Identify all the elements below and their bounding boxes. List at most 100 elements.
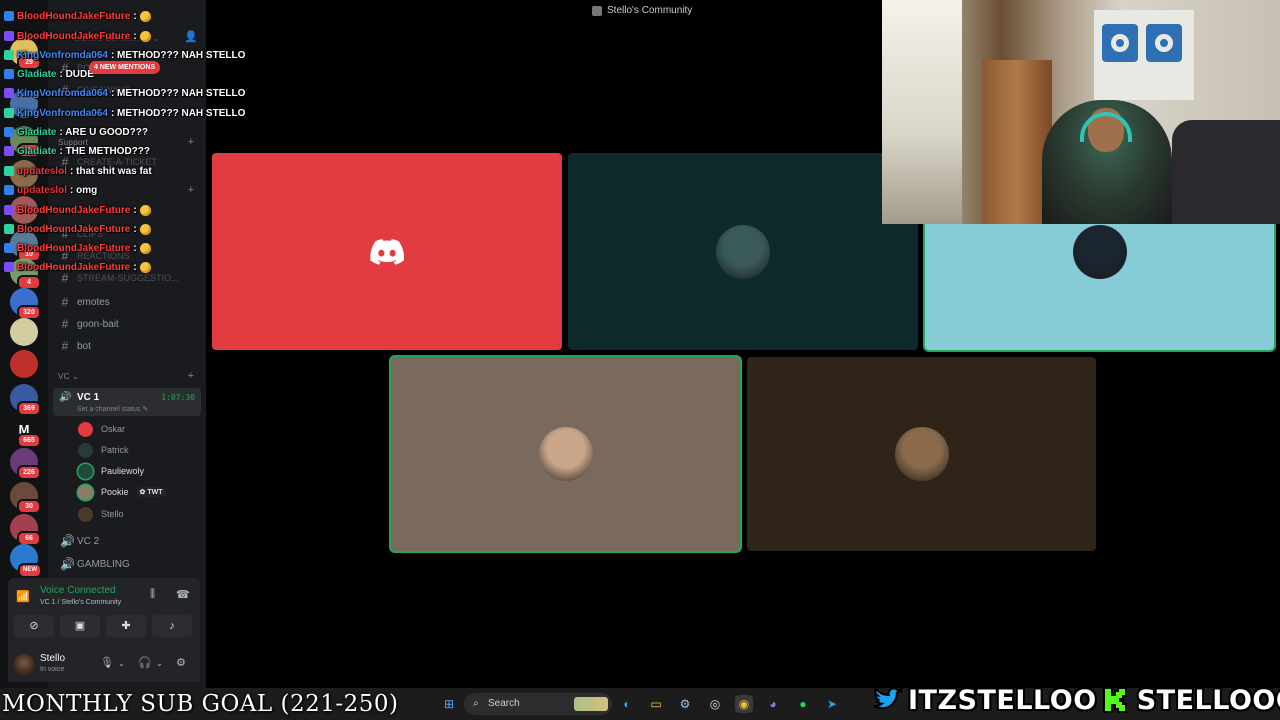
chat-message: updateslol: omg — [4, 182, 97, 198]
server-icon[interactable]: 226 — [10, 448, 41, 480]
emote-icon — [139, 223, 151, 235]
voice-connected-title[interactable]: Voice Connected — [40, 585, 116, 596]
chevron-down-icon[interactable]: ⌄ — [156, 659, 163, 668]
chat-message: BloodHoundJakeFuture: — [4, 8, 151, 24]
kick-handle: STELLOOO — [1136, 684, 1280, 716]
chevron-down-icon: ⌄ — [152, 32, 160, 43]
chat-text: : — [133, 223, 137, 235]
avatar — [78, 484, 93, 500]
disconnect-icon[interactable]: ☎ — [176, 588, 190, 601]
obs-icon[interactable]: ◎ — [706, 695, 724, 713]
chat-username: BloodHoundJakeFuture — [17, 30, 131, 42]
chat-username: updateslol — [17, 165, 68, 177]
add-member-icon[interactable]: 👤 — [184, 30, 198, 43]
chat-username: BloodHoundJakeFuture — [17, 223, 131, 235]
chat-badge-icon — [4, 243, 14, 253]
chat-message: BloodHoundJakeFuture: — [4, 202, 151, 218]
server-icon[interactable]: 320 — [10, 288, 41, 320]
activities-button[interactable]: ✚ — [106, 615, 146, 637]
video-tile-patrick[interactable] — [568, 153, 918, 350]
chat-badge-icon — [4, 11, 14, 21]
social-handles: ITZSTELLOO STELLOOO — [872, 680, 1280, 720]
speaker-icon: 🔊 — [60, 557, 75, 571]
voice-connected-sub[interactable]: VC 1 / Stello's Community — [40, 599, 121, 606]
server-icon[interactable]: 66 — [10, 514, 41, 546]
soundboard-button[interactable]: ♪ — [152, 615, 192, 637]
voice-member[interactable]: Pookie ✿ TWT — [78, 482, 166, 502]
new-mentions-pill[interactable]: 4 NEW MENTIONS — [89, 61, 161, 74]
category-vc[interactable]: VC ⌄ — [58, 372, 79, 381]
video-tile-oskar[interactable] — [212, 153, 562, 350]
chat-message: KingVonfromda064: METHOD??? NAH STELLO — [4, 105, 245, 121]
server-icon[interactable]: 369 — [10, 384, 41, 416]
emote-icon — [139, 10, 151, 22]
chat-username: Gladiate — [17, 68, 57, 80]
avatar — [1072, 224, 1127, 279]
voice-channel-gambling[interactable]: 🔊 GAMBLING — [60, 554, 130, 574]
streamer-webcam — [882, 0, 1280, 224]
spotify-icon[interactable]: ● — [794, 695, 812, 713]
chat-text: : — [133, 242, 137, 254]
search-highlight-art — [574, 697, 608, 711]
speaker-icon: 🔊 — [59, 392, 72, 403]
voice-member[interactable]: Pauliewoly — [78, 461, 144, 481]
server-icon[interactable]: 30 — [10, 482, 41, 514]
video-tile-pookie[interactable] — [391, 357, 740, 551]
add-voice-channel-icon[interactable]: + — [188, 370, 194, 382]
chrome-icon[interactable]: ◉ — [735, 695, 753, 713]
discord-taskbar-icon[interactable]: ◕ — [764, 695, 782, 713]
chat-badge-icon — [4, 31, 14, 41]
search-icon: ⌕ — [473, 698, 479, 709]
steam-icon[interactable]: ⚙ — [676, 695, 694, 713]
add-channel-icon[interactable]: + — [188, 184, 194, 196]
hash-icon: # — [61, 317, 69, 331]
headphones-icon[interactable]: 🎧 — [138, 656, 152, 669]
chat-username: Gladiate — [17, 126, 57, 138]
channel-label: goon-bait — [77, 318, 119, 330]
chat-username: Gladiate — [17, 145, 57, 157]
server-mini-icon — [592, 5, 602, 16]
voice-member[interactable]: Stello — [78, 504, 124, 524]
server-icon[interactable]: M 665 — [10, 416, 41, 448]
windows-start-icon[interactable]: ⊞ — [440, 695, 458, 713]
vc1-status[interactable]: Set a channel status ✎ — [77, 405, 148, 413]
user-panel: Stello In voice 🎙 ⌄ 🎧 ⌄ ⚙ — [8, 646, 200, 682]
chat-message: BloodHoundJakeFuture: — [4, 28, 151, 44]
server-icon[interactable] — [10, 318, 38, 346]
voice-member[interactable]: Patrick — [78, 440, 129, 460]
chat-username: BloodHoundJakeFuture — [17, 10, 131, 22]
microphone-icon[interactable]: 🎙 — [100, 656, 114, 669]
taskbar-search[interactable]: ⌕ Search — [464, 693, 612, 715]
text-channel[interactable]: # goon-bait — [60, 314, 119, 334]
hash-icon: # — [61, 295, 69, 309]
chat-message: KingVonfromda064: METHOD??? NAH STELLO — [4, 85, 245, 101]
camera-off-button[interactable]: ⊘ — [14, 615, 54, 637]
text-channel[interactable]: # bot — [60, 336, 91, 356]
text-channel[interactable]: # emotes — [60, 292, 110, 312]
server-icon[interactable]: NEW — [10, 544, 42, 578]
speaker-icon: 🔊 — [60, 534, 75, 548]
member-tag: ✿ TWT — [136, 487, 166, 497]
telegram-icon[interactable]: ➤ — [823, 695, 841, 713]
server-icon[interactable] — [10, 350, 38, 378]
voice-channel-vc2[interactable]: 🔊 VC 2 — [60, 531, 99, 551]
noise-suppression-icon[interactable]: ⫼ — [150, 588, 155, 601]
chat-text: : — [133, 10, 137, 22]
edge-icon[interactable]: ◐ — [618, 695, 636, 713]
webcam-chair — [1172, 120, 1280, 224]
signal-icon: 📶 — [16, 591, 30, 603]
file-explorer-icon[interactable]: ▭ — [647, 695, 665, 713]
chat-text: : THE METHOD??? — [59, 145, 151, 157]
avatar[interactable] — [13, 654, 35, 676]
vc1-status-text: Set a channel status — [77, 406, 141, 413]
voice-channel-vc1[interactable]: 🔊 VC 1 1:07:30 Set a channel status ✎ — [53, 388, 201, 416]
chevron-down-icon[interactable]: ⌄ — [118, 659, 125, 668]
gambling-name: GAMBLING — [77, 558, 130, 570]
gear-icon[interactable]: ⚙ — [176, 656, 186, 669]
add-channel-icon[interactable]: + — [188, 136, 194, 148]
video-tile-stello[interactable] — [747, 357, 1096, 551]
user-name[interactable]: Stello — [40, 653, 65, 664]
voice-member[interactable]: Oskar — [78, 419, 125, 439]
screen-share-button[interactable]: ▣ — [60, 615, 100, 637]
emote-icon — [139, 30, 151, 42]
